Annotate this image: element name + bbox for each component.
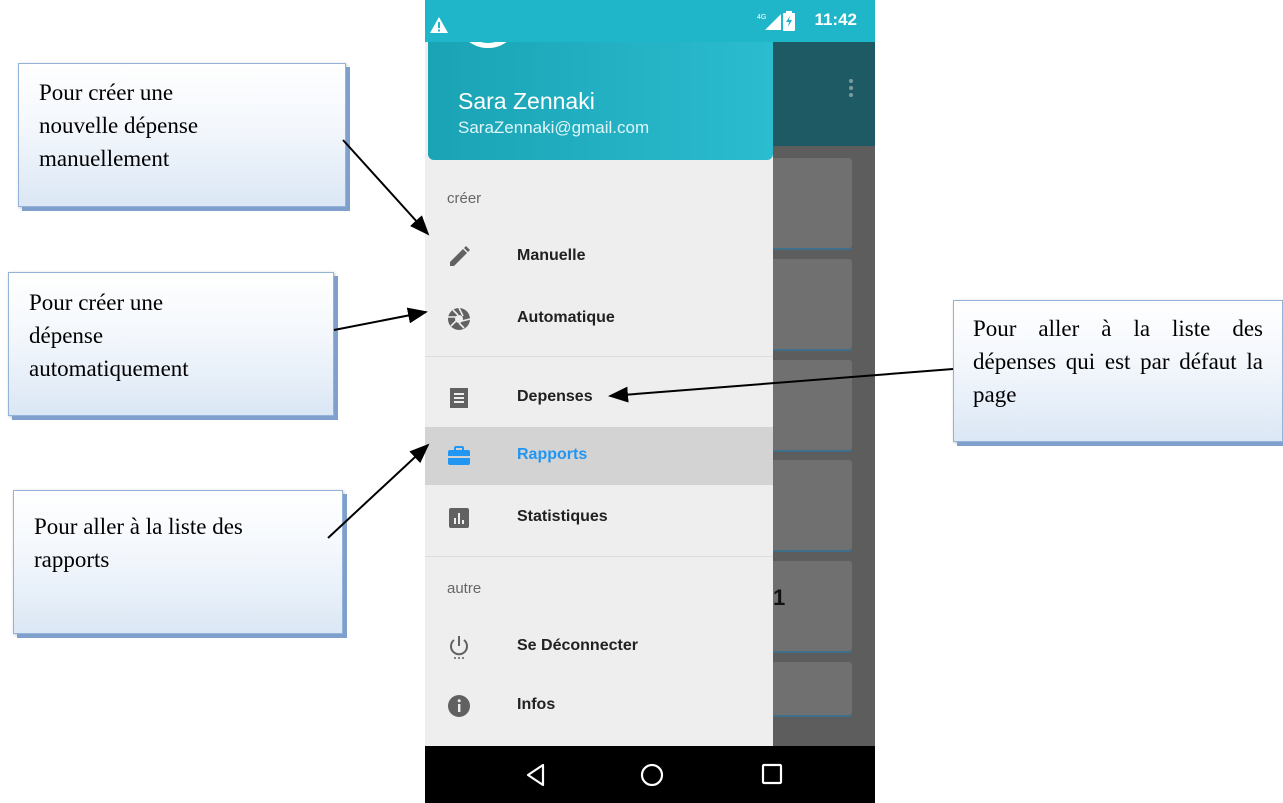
drawer-item-infos[interactable]: Infos xyxy=(425,677,773,735)
phone-screen: 4G 11:42 1 Sara Zennaki SaraZennaki@gmai… xyxy=(425,0,875,803)
background-card xyxy=(765,360,852,452)
battery-charging-icon xyxy=(783,11,795,31)
power-icon xyxy=(450,636,468,659)
background-card xyxy=(765,259,852,351)
drawer-item-label: Infos xyxy=(517,696,556,713)
drawer-item-rapports[interactable]: Rapports xyxy=(425,427,773,485)
pencil-icon xyxy=(450,246,470,266)
arrow-to-rapports xyxy=(327,443,430,539)
bar-chart-icon xyxy=(449,508,469,528)
user-name: Sara Zennaki xyxy=(458,88,595,114)
drawer-item-label: Automatique xyxy=(517,309,615,326)
back-icon[interactable] xyxy=(523,762,549,788)
background-card-number: 1 xyxy=(773,585,786,610)
signal-4g-icon: 4G xyxy=(757,14,781,30)
recent-apps-icon[interactable] xyxy=(761,763,783,785)
navigation-drawer: Sara Zennaki SaraZennaki@gmail.com créer… xyxy=(425,0,773,746)
callout-manual-expense: Pour créer une nouvelle dépense manuelle… xyxy=(18,63,346,207)
arrow-to-automatique xyxy=(333,307,428,331)
callout-automatic-expense: Pour créer une dépense automatiquement xyxy=(8,272,334,416)
section-header-other: autre xyxy=(447,580,482,597)
system-nav-bar xyxy=(425,746,875,803)
briefcase-icon xyxy=(448,446,470,465)
section-header-create: créer xyxy=(447,190,482,207)
info-icon xyxy=(448,695,470,717)
drawer-item-label: Manuelle xyxy=(517,247,586,264)
svg-text:4G: 4G xyxy=(757,14,766,21)
drawer-item-automatique[interactable]: Automatique xyxy=(425,290,773,348)
divider xyxy=(425,556,773,557)
drawer-item-label: Depenses xyxy=(517,388,593,405)
background-card xyxy=(765,662,852,717)
callout-reports-list: Pour aller à la liste des rapports xyxy=(13,490,343,634)
user-email: SaraZennaki@gmail.com xyxy=(458,118,650,137)
status-bar: 4G 11:42 xyxy=(425,0,875,42)
camera-shutter-icon xyxy=(448,307,471,330)
arrow-to-manuelle xyxy=(342,139,430,236)
overflow-menu-icon xyxy=(849,79,853,97)
drawer-item-manuelle[interactable]: Manuelle xyxy=(425,228,773,286)
status-time: 11:42 xyxy=(814,10,857,29)
background-card xyxy=(765,158,852,250)
receipt-icon xyxy=(450,388,468,408)
drawer-item-se-deconnecter[interactable]: Se Déconnecter xyxy=(425,618,773,676)
drawer-item-depenses[interactable]: Depenses xyxy=(425,369,773,427)
warning-icon xyxy=(430,17,448,33)
drawer-item-label: Se Déconnecter xyxy=(517,637,638,654)
drawer-item-label: Rapports xyxy=(517,446,588,463)
home-icon[interactable] xyxy=(639,762,665,788)
drawer-item-label: Statistiques xyxy=(517,508,608,525)
divider xyxy=(425,356,773,357)
background-card xyxy=(765,460,852,552)
drawer-item-statistiques[interactable]: Statistiques xyxy=(425,489,773,547)
callout-expenses-list: Pour aller à la liste des dépenses qui e… xyxy=(953,300,1283,442)
